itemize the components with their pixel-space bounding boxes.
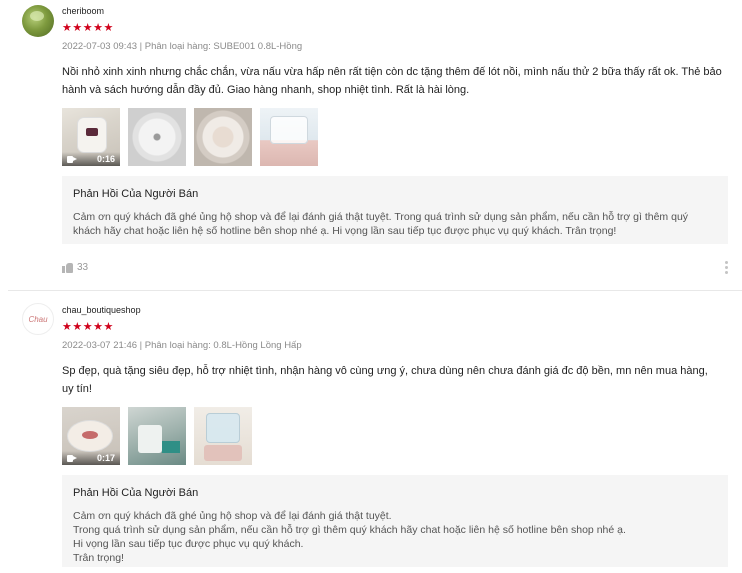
review-image-thumbnail[interactable] bbox=[128, 407, 186, 465]
review-username[interactable]: cheriboom bbox=[62, 6, 104, 16]
review-meta: 2022-07-03 09:43 | Phân loại hàng: SUBE0… bbox=[62, 41, 303, 52]
review-video-thumbnail[interactable]: 0:16 bbox=[62, 108, 120, 166]
more-vertical-icon[interactable] bbox=[725, 261, 728, 276]
review-comment: Nồi nhỏ xinh xinh nhưng chắc chắn, vừa n… bbox=[62, 66, 722, 96]
user-avatar[interactable]: Chau bbox=[22, 303, 54, 335]
star-rating: ★★★★★ bbox=[62, 321, 114, 333]
review-meta: 2022-03-07 21:46 | Phân loại hàng: 0.8L-… bbox=[62, 340, 302, 351]
thumbs-up-icon bbox=[62, 262, 73, 273]
star-rating: ★★★★★ bbox=[62, 22, 114, 34]
video-duration: 0:17 bbox=[96, 453, 115, 463]
review-image-thumbnail[interactable] bbox=[194, 407, 252, 465]
seller-reply-line: Trong quá trình sử dụng sản phẩm, nếu cầ… bbox=[73, 524, 626, 536]
review-media-gallery: 0:17 bbox=[62, 407, 252, 465]
review-image-thumbnail[interactable] bbox=[194, 108, 252, 166]
review-image-thumbnail[interactable] bbox=[128, 108, 186, 166]
review-image-thumbnail[interactable] bbox=[260, 108, 318, 166]
user-avatar[interactable] bbox=[22, 5, 54, 37]
seller-reply-title: Phản Hồi Của Người Bán bbox=[73, 487, 199, 499]
seller-reply-line: Trân trọng! bbox=[73, 552, 124, 564]
video-camera-icon bbox=[67, 155, 77, 163]
review-item: cheriboom ★★★★★ 2022-07-03 09:43 | Phân … bbox=[0, 0, 742, 290]
review-item: Chau chau_boutiqueshop ★★★★★ 2022-03-07 … bbox=[0, 291, 742, 573]
review-media-gallery: 0:16 bbox=[62, 108, 318, 166]
review-video-thumbnail[interactable]: 0:17 bbox=[62, 407, 120, 465]
video-overlay: 0:16 bbox=[62, 152, 120, 166]
like-count: 33 bbox=[77, 262, 89, 273]
seller-reply-body: Cảm ơn quý khách đã ghé ủng hộ shop và đ… bbox=[73, 211, 689, 237]
like-button[interactable]: 33 bbox=[62, 262, 88, 273]
video-camera-icon bbox=[67, 454, 77, 462]
seller-reply-title: Phản Hồi Của Người Bán bbox=[73, 188, 199, 200]
seller-reply: Phản Hồi Của Người Bán Cảm ơn quý khách … bbox=[62, 475, 728, 567]
avatar-text: Chau bbox=[28, 314, 48, 324]
seller-reply-line: Hi vọng lần sau tiếp tục được phục vụ qu… bbox=[73, 538, 304, 550]
seller-reply-body: Cảm ơn quý khách đã ghé ủng hộ shop và đ… bbox=[73, 509, 717, 565]
video-duration: 0:16 bbox=[96, 154, 115, 164]
seller-reply-line: Cảm ơn quý khách đã ghé ủng hộ shop và đ… bbox=[73, 510, 392, 522]
review-username[interactable]: chau_boutiqueshop bbox=[62, 305, 141, 315]
seller-reply: Phản Hồi Của Người Bán Cảm ơn quý khách … bbox=[62, 176, 728, 244]
video-overlay: 0:17 bbox=[62, 451, 120, 465]
review-comment: Sp đẹp, quà tặng siêu đẹp, hỗ trợ nhiệt … bbox=[62, 365, 708, 395]
